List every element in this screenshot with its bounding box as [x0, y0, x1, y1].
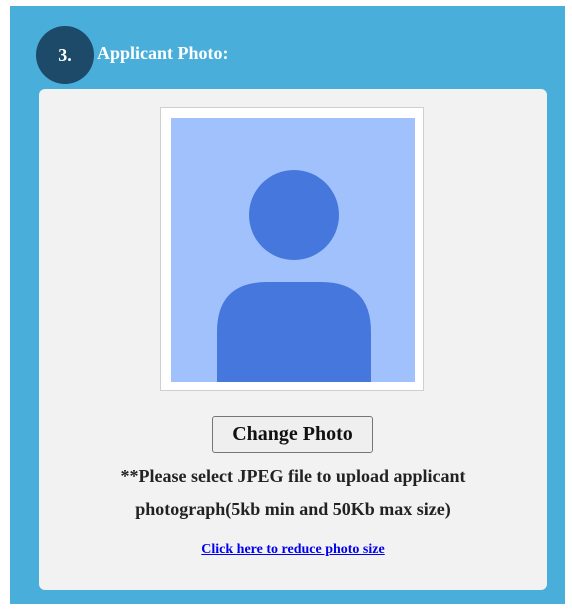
applicant-photo-preview — [171, 118, 415, 382]
step-number: 3. — [58, 44, 72, 65]
upload-instructions: **Please select JPEG file to upload appl… — [39, 460, 547, 526]
photo-frame — [160, 107, 424, 391]
reduce-photo-link-container: Click here to reduce photo size — [39, 540, 547, 560]
section-title: Applicant Photo: — [97, 43, 229, 63]
photo-upload-card: Change Photo **Please select JPEG file t… — [39, 89, 547, 590]
step-number-badge: 3. — [36, 26, 94, 84]
change-photo-button[interactable]: Change Photo — [212, 416, 373, 453]
person-silhouette-icon — [217, 170, 371, 382]
upload-instructions-line-2: photograph(5kb min and 50Kb max size) — [135, 499, 451, 519]
applicant-photo-section: 3. Applicant Photo: Change Photo **Pleas… — [10, 6, 565, 604]
upload-instructions-line-1: **Please select JPEG file to upload appl… — [120, 466, 466, 486]
reduce-photo-size-link[interactable]: Click here to reduce photo size — [201, 542, 384, 557]
